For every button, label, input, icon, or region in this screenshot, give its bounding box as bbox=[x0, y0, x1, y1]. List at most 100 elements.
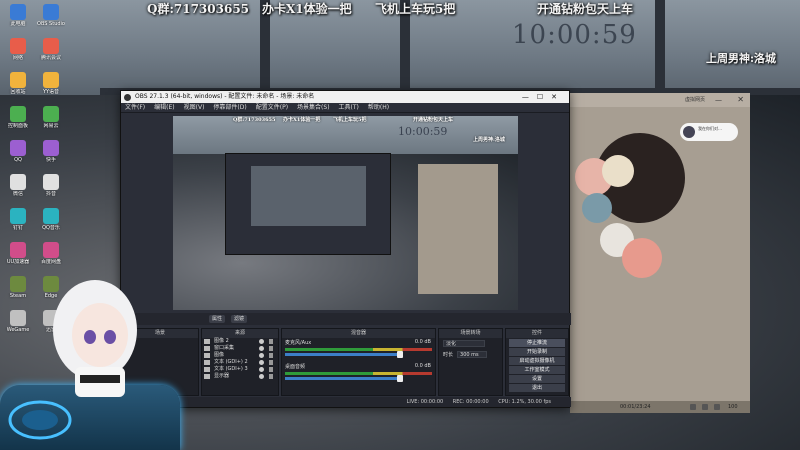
source-label: 图像 bbox=[214, 352, 225, 358]
close-icon[interactable]: ✕ bbox=[551, 93, 565, 101]
desktop-icon[interactable]: OBS Studio bbox=[37, 4, 65, 27]
duration-input[interactable]: 300 ms bbox=[457, 351, 488, 358]
source-label: 显示器 bbox=[214, 373, 230, 379]
desktop-icon[interactable]: 腾讯会议 bbox=[37, 38, 65, 61]
eye-icon[interactable] bbox=[259, 374, 264, 379]
menu-item[interactable]: 编辑(E) bbox=[154, 104, 174, 111]
control-button[interactable]: 启动虚拟摄像机 bbox=[509, 357, 565, 365]
desktop-icon[interactable]: YY语音 bbox=[37, 72, 65, 95]
slider-thumb[interactable] bbox=[397, 375, 403, 382]
eye-icon[interactable] bbox=[259, 353, 264, 358]
desktop-icon[interactable]: 控制面板 bbox=[4, 106, 32, 129]
preview-toolbar bbox=[121, 313, 571, 325]
menu-item[interactable]: 配置文件(P) bbox=[256, 104, 288, 111]
menu-item[interactable]: 视图(V) bbox=[184, 104, 205, 111]
menu-item[interactable]: 工具(T) bbox=[339, 104, 359, 111]
preview-promo-1: 办卡X1体验一把 bbox=[283, 117, 321, 123]
like-icon[interactable] bbox=[690, 404, 696, 410]
menu-item[interactable]: 文件(F) bbox=[125, 104, 145, 111]
chat-bubble[interactable]: 我在你们对… bbox=[680, 123, 738, 141]
mixer-list: 麦克风/Aux 0.0 dB 桌面音频 0.0 dB bbox=[282, 338, 435, 386]
obs-titlebar: OBS 27.1.3 (64-bit, windows) - 配置文件: 未命名… bbox=[121, 91, 569, 103]
lock-icon[interactable] bbox=[269, 353, 273, 358]
lock-icon[interactable] bbox=[269, 339, 273, 344]
source-row[interactable]: 文本 (GDI+) 3 bbox=[202, 366, 278, 373]
desktop-icon[interactable]: QQ bbox=[4, 140, 32, 163]
volume-slider[interactable] bbox=[285, 375, 403, 382]
browser-titlebar: 虚拟网页 bbox=[570, 93, 750, 107]
lock-icon[interactable] bbox=[269, 360, 273, 365]
menu-item[interactable]: 帮助(H) bbox=[368, 104, 389, 111]
control-button[interactable]: 开始录制 bbox=[509, 348, 565, 356]
desktop-icon[interactable]: 网易云 bbox=[37, 106, 65, 129]
lock-icon[interactable] bbox=[269, 367, 273, 372]
preview-promo-2: 飞机上车玩5把 bbox=[333, 117, 367, 123]
app-icon bbox=[43, 140, 59, 156]
app-icon bbox=[43, 38, 59, 54]
preview-nested-canvas bbox=[251, 166, 366, 226]
desktop-icon-label: OBS Studio bbox=[37, 21, 65, 27]
control-button[interactable]: 停止推流 bbox=[509, 339, 565, 347]
control-button[interactable]: 工作室模式 bbox=[509, 366, 565, 374]
obs-app-icon bbox=[124, 94, 131, 101]
desktop-icon[interactable]: 抖音 bbox=[37, 174, 65, 197]
close-icon[interactable]: ✕ bbox=[737, 95, 744, 104]
source-type-icon bbox=[204, 346, 210, 351]
preview-nested-obs bbox=[225, 153, 391, 255]
mixer-dock: 混音器 麦克风/Aux 0.0 dB 桌面音频 0.0 dB bbox=[281, 328, 436, 396]
source-row[interactable]: 显示器 bbox=[202, 373, 278, 380]
eye-icon[interactable] bbox=[259, 367, 264, 372]
mixer-channel: 桌面音频 0.0 dB bbox=[282, 362, 435, 386]
filters-button[interactable]: 滤镜 bbox=[231, 315, 248, 323]
lock-icon[interactable] bbox=[269, 374, 273, 379]
minimize-icon[interactable]: — bbox=[715, 96, 722, 104]
desktop-icon-label: 网易云 bbox=[43, 123, 59, 129]
source-row[interactable]: 图像 2 bbox=[202, 338, 278, 345]
desktop-icon[interactable]: 百度网盘 bbox=[37, 242, 65, 265]
maximize-icon[interactable]: ☐ bbox=[537, 93, 551, 101]
source-row[interactable]: 文本 (GDI+) 2 bbox=[202, 359, 278, 366]
sources-dock: 来源 图像 2 窗口采集 图像 文本 (GDI+) 2 文本 (GDI+) 3 显示器 bbox=[201, 328, 279, 396]
eye-icon[interactable] bbox=[259, 339, 264, 344]
transition-select[interactable]: 淡化 bbox=[443, 340, 485, 347]
desktop-icon-label: UU加速器 bbox=[6, 259, 30, 265]
control-button[interactable]: 退出 bbox=[509, 384, 565, 392]
eye-icon[interactable] bbox=[259, 346, 264, 351]
menu-item[interactable]: 场景集合(S) bbox=[297, 104, 330, 111]
desktop-icon[interactable]: 回收站 bbox=[4, 72, 32, 95]
source-type-icon bbox=[204, 353, 210, 358]
slider-thumb[interactable] bbox=[397, 351, 403, 358]
obs-preview-canvas[interactable]: Q群:717303655 办卡X1体验一把 飞机上车玩5把 开通钻粉包天上车 1… bbox=[173, 116, 518, 310]
app-icon bbox=[43, 106, 59, 122]
desktop-icon[interactable]: 此电脑 bbox=[4, 4, 32, 27]
rec-status: REC: 00:00:00 bbox=[452, 399, 489, 405]
volume-slider[interactable] bbox=[285, 351, 403, 358]
preview-promo-3: 开通钻粉包天上车 bbox=[413, 117, 454, 123]
control-button[interactable]: 设置 bbox=[509, 375, 565, 383]
app-icon bbox=[10, 72, 26, 88]
source-type-icon bbox=[204, 360, 210, 365]
properties-button[interactable]: 属性 bbox=[209, 315, 226, 323]
minimize-icon[interactable]: — bbox=[522, 93, 537, 101]
source-row[interactable]: 图像 bbox=[202, 352, 278, 359]
eye-icon[interactable] bbox=[259, 360, 264, 365]
desktop-icon[interactable]: 网络 bbox=[4, 38, 32, 61]
view-count: 100 bbox=[728, 404, 738, 410]
channel-name: 麦克风/Aux bbox=[285, 340, 312, 346]
share-icon[interactable] bbox=[702, 404, 708, 410]
desktop-icon[interactable]: QQ音乐 bbox=[37, 208, 65, 231]
controls-dock: 控件 停止推流 开始录制 启动虚拟摄像机 工作室模式 设置 退出 bbox=[505, 328, 569, 396]
preview-qq-text: Q群:717303655 bbox=[233, 117, 276, 123]
lock-icon[interactable] bbox=[269, 346, 273, 351]
desktop-icon[interactable]: UU加速器 bbox=[4, 242, 32, 265]
desktop-icon[interactable]: 钉钉 bbox=[4, 208, 32, 231]
menu-item[interactable]: 停靠部件(D) bbox=[213, 104, 246, 111]
channel-db: 0.0 dB bbox=[414, 363, 431, 369]
app-icon bbox=[43, 242, 59, 258]
source-row[interactable]: 窗口采集 bbox=[202, 345, 278, 352]
volume-icon[interactable] bbox=[714, 404, 720, 410]
desktop-icon[interactable]: 微信 bbox=[4, 174, 32, 197]
app-icon bbox=[43, 208, 59, 224]
flower-coral bbox=[622, 238, 662, 278]
desktop-icon[interactable]: 快手 bbox=[37, 140, 65, 163]
